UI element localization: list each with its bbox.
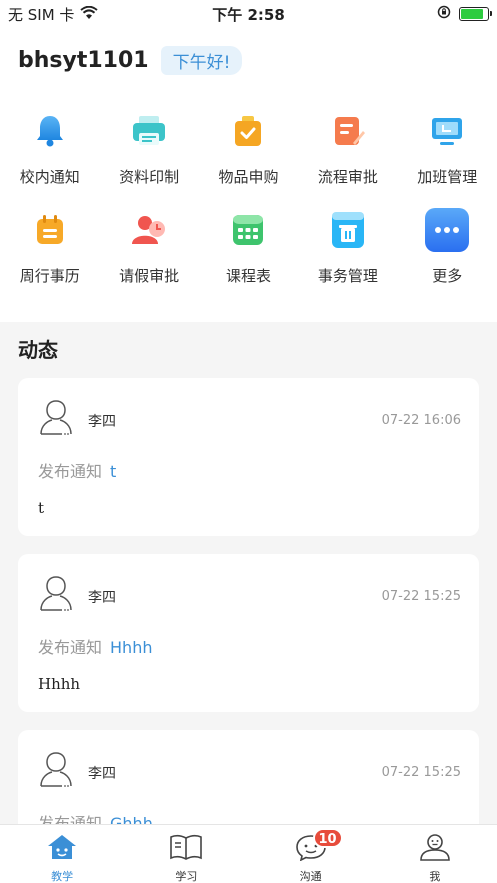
app-label: 更多 xyxy=(432,267,463,285)
avatar-placeholder-icon xyxy=(38,750,74,788)
app-leave-approval[interactable]: 请假审批 xyxy=(99,207,198,286)
username: bhsyt1101 xyxy=(18,48,149,73)
post-time: 07-22 15:25 xyxy=(381,589,461,604)
status-time: 下午 2:58 xyxy=(212,6,285,24)
feed-card[interactable]: 李四 07-22 15:25 发布通知 Hhhh Hhhh xyxy=(18,554,479,712)
app-label: 校内通知 xyxy=(19,168,80,186)
app-label: 请假审批 xyxy=(119,267,180,285)
trash-bin-icon xyxy=(325,207,371,253)
post-action: 发布通知 xyxy=(38,638,103,657)
app-process-approval[interactable]: 流程审批 xyxy=(298,108,397,187)
app-affairs-manage[interactable]: 事务管理 xyxy=(298,207,397,286)
app-school-notice[interactable]: 校内通知 xyxy=(0,108,99,187)
rotation-lock-icon xyxy=(437,5,451,23)
app-goods-purchase[interactable]: 物品申购 xyxy=(199,108,298,187)
leave-person-clock-icon xyxy=(126,207,172,253)
monitor-icon xyxy=(424,108,470,154)
teaching-house-icon xyxy=(46,833,78,865)
post-author: 李四 xyxy=(88,590,116,606)
timetable-icon xyxy=(225,207,271,253)
app-label: 课程表 xyxy=(225,267,271,285)
avatar-placeholder-icon xyxy=(38,574,74,612)
app-label: 周行事历 xyxy=(19,267,80,285)
app-grid: 校内通知 资料印制 物品申购 流程审批 加班管理 周行事历 请假审批 课程表 事… xyxy=(0,108,497,286)
purchase-bag-icon xyxy=(225,108,271,154)
app-timetable[interactable]: 课程表 xyxy=(199,207,298,286)
post-time: 07-22 16:06 xyxy=(381,413,461,428)
more-dots-icon xyxy=(424,207,470,253)
feed-card[interactable]: 李四 07-22 15:25 发布通知 Ghhh xyxy=(18,730,479,824)
post-subject: Hhhh xyxy=(110,638,153,657)
app-material-print[interactable]: 资料印制 xyxy=(99,108,198,187)
post-body: t xyxy=(38,499,45,517)
book-icon xyxy=(169,833,203,865)
post-body: Hhhh xyxy=(38,675,81,693)
post-action: 发布通知 xyxy=(38,814,103,824)
printer-icon xyxy=(126,108,172,154)
greeting-badge: 下午好! xyxy=(160,46,243,75)
activity-feed: 动态 李四 07-22 16:06 发布通知 t t 李四 07-22 15:25… xyxy=(0,322,497,824)
app-label: 加班管理 xyxy=(417,168,478,186)
post-time: 07-22 15:25 xyxy=(381,765,461,780)
app-label: 事务管理 xyxy=(317,267,378,285)
feed-card[interactable]: 李四 07-22 16:06 发布通知 t t xyxy=(18,378,479,536)
tab-label: 学习 xyxy=(175,870,198,883)
tab-me[interactable]: 我 xyxy=(373,825,497,883)
app-label: 流程审批 xyxy=(317,168,378,186)
post-author: 李四 xyxy=(88,414,116,430)
app-label: 资料印制 xyxy=(119,168,180,186)
post-subject: Ghhh xyxy=(110,814,153,824)
tab-study[interactable]: 学习 xyxy=(124,825,248,883)
tab-label: 我 xyxy=(429,870,441,883)
unread-count-badge: 10 xyxy=(312,828,343,848)
calendar-icon xyxy=(27,207,73,253)
feed-title: 动态 xyxy=(18,338,58,362)
bottom-tab-bar: 教学 学习 10 沟通 我 xyxy=(0,824,497,883)
app-weekly-calendar[interactable]: 周行事历 xyxy=(0,207,99,286)
app-more[interactable]: 更多 xyxy=(398,207,497,286)
status-bar: 无 SIM 卡 下午 2:58 xyxy=(0,0,497,26)
bell-icon xyxy=(27,108,73,154)
tab-label: 沟通 xyxy=(299,870,322,883)
profile-icon xyxy=(418,833,452,865)
tab-communicate[interactable]: 10 沟通 xyxy=(249,825,373,883)
post-action: 发布通知 xyxy=(38,462,103,481)
tab-teaching[interactable]: 教学 xyxy=(0,825,124,883)
post-subject: t xyxy=(110,462,117,481)
avatar-placeholder-icon xyxy=(38,398,74,436)
home-header: bhsyt1101 下午好! 校内通知 资料印制 物品申购 流程审批 加班管理 … xyxy=(0,26,497,322)
app-overtime-manage[interactable]: 加班管理 xyxy=(398,108,497,187)
tab-label: 教学 xyxy=(51,870,74,883)
post-author: 李四 xyxy=(88,766,116,782)
battery-charging-icon xyxy=(459,7,492,21)
approval-doc-icon xyxy=(325,108,371,154)
app-label: 物品申购 xyxy=(218,168,279,186)
